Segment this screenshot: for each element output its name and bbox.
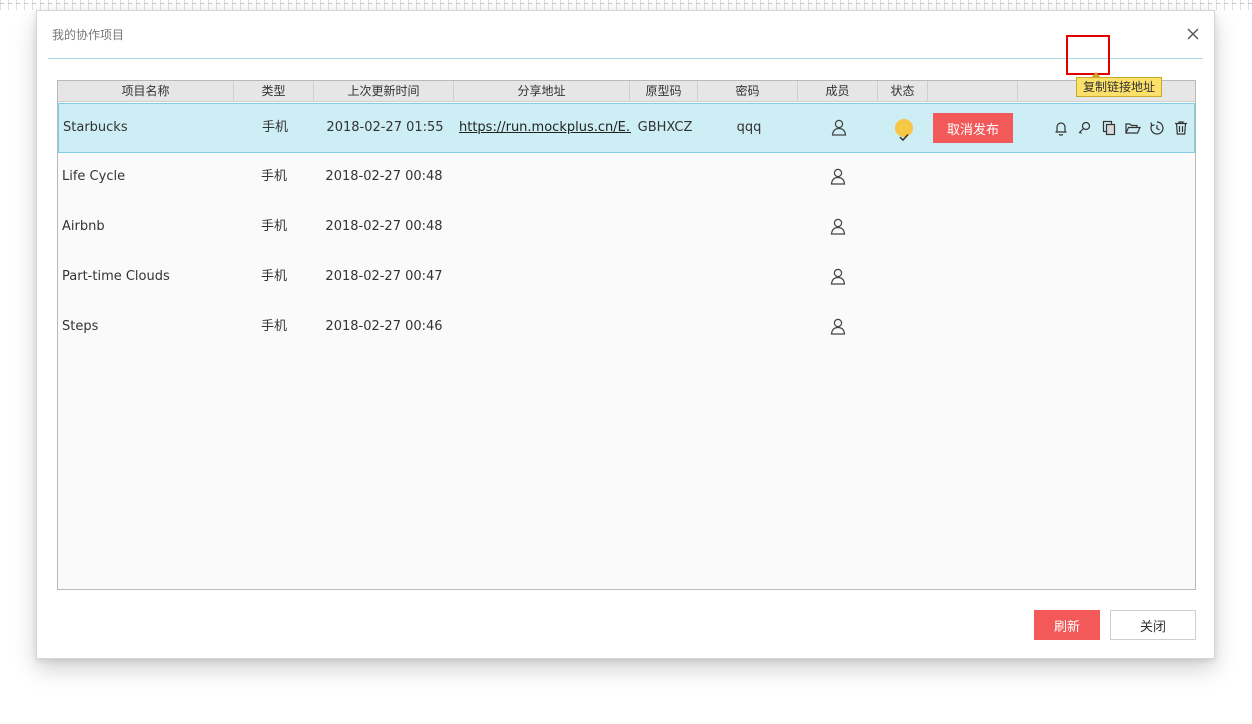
dialog-title: 我的协作项目 [52, 28, 125, 42]
key-icon[interactable] [1075, 118, 1095, 138]
close-icon[interactable] [1184, 25, 1202, 43]
project-type: 手机 [260, 269, 287, 284]
column-header-password[interactable]: 密码 [698, 81, 798, 101]
member-icon[interactable] [830, 168, 846, 185]
share-url-link[interactable]: https://run.mockplus.cn/E... [459, 104, 631, 152]
member-icon[interactable] [831, 119, 847, 136]
column-header-status[interactable]: 状态 [878, 81, 928, 101]
table-row[interactable]: Starbucks 手机 2018-02-27 01:55 https://ru… [58, 103, 1195, 153]
project-name: Starbucks [63, 120, 128, 135]
table-row[interactable]: Steps 手机 2018-02-27 00:46 [58, 303, 1195, 353]
status-cell [879, 104, 929, 152]
project-password: qqq [736, 120, 762, 135]
project-type: 手机 [260, 319, 287, 334]
bell-icon[interactable] [1051, 118, 1071, 138]
column-header-publish [928, 81, 1018, 101]
project-type: 手机 [260, 219, 287, 234]
members-cell [798, 153, 878, 201]
close-button[interactable]: 关闭 [1110, 610, 1196, 640]
column-header-name[interactable]: 项目名称 [58, 81, 234, 101]
project-updated: 2018-02-27 00:48 [325, 219, 443, 234]
members-cell [798, 303, 878, 351]
project-name: Steps [62, 319, 99, 334]
history-icon[interactable] [1147, 118, 1167, 138]
prototype-code: GBHXCZ [637, 120, 693, 135]
project-updated: 2018-02-27 00:46 [325, 319, 443, 334]
table-row[interactable]: Part-time Clouds 手机 2018-02-27 00:47 [58, 253, 1195, 303]
project-name: Life Cycle [62, 169, 126, 184]
project-updated: 2018-02-27 00:48 [325, 169, 443, 184]
folder-open-icon[interactable] [1123, 118, 1143, 138]
member-icon[interactable] [830, 268, 846, 285]
row-actions [1051, 118, 1195, 138]
projects-table: 项目名称 类型 上次更新时间 分享地址 原型码 密码 成员 状态 Starbuc… [57, 80, 1196, 590]
collaboration-projects-dialog: 我的协作项目 项目名称 类型 上次更新时间 分享地址 原型码 密码 成员 状态 … [36, 10, 1215, 659]
member-icon[interactable] [830, 318, 846, 335]
table-row[interactable]: Life Cycle 手机 2018-02-27 00:48 [58, 153, 1195, 203]
column-header-members[interactable]: 成员 [798, 81, 878, 101]
trash-icon[interactable] [1171, 118, 1191, 138]
project-type: 手机 [261, 120, 288, 135]
project-updated: 2018-02-27 01:55 [326, 120, 444, 135]
members-cell [798, 253, 878, 301]
column-header-updated[interactable]: 上次更新时间 [314, 81, 454, 101]
table-row[interactable]: Airbnb 手机 2018-02-27 00:48 [58, 203, 1195, 253]
project-updated: 2018-02-27 00:47 [325, 269, 443, 284]
unpublish-button[interactable]: 取消发布 [933, 113, 1013, 143]
copy-link-highlight-box [1066, 35, 1110, 75]
copy-link-tooltip: 复制链接地址 [1076, 72, 1163, 97]
members-cell [798, 203, 878, 251]
column-header-url[interactable]: 分享地址 [454, 81, 630, 101]
refresh-button[interactable]: 刷新 [1034, 610, 1100, 640]
table-header: 项目名称 类型 上次更新时间 分享地址 原型码 密码 成员 状态 [58, 81, 1195, 102]
canvas-ruler-ticks [0, 0, 1252, 10]
member-icon[interactable] [830, 218, 846, 235]
published-check-icon [895, 119, 913, 142]
column-header-type[interactable]: 类型 [234, 81, 314, 101]
project-name: Part-time Clouds [62, 269, 170, 284]
column-header-code[interactable]: 原型码 [630, 81, 698, 101]
copy-icon[interactable] [1099, 118, 1119, 138]
members-cell [799, 104, 879, 152]
project-type: 手机 [260, 169, 287, 184]
title-divider [48, 58, 1203, 59]
project-name: Airbnb [62, 219, 105, 234]
